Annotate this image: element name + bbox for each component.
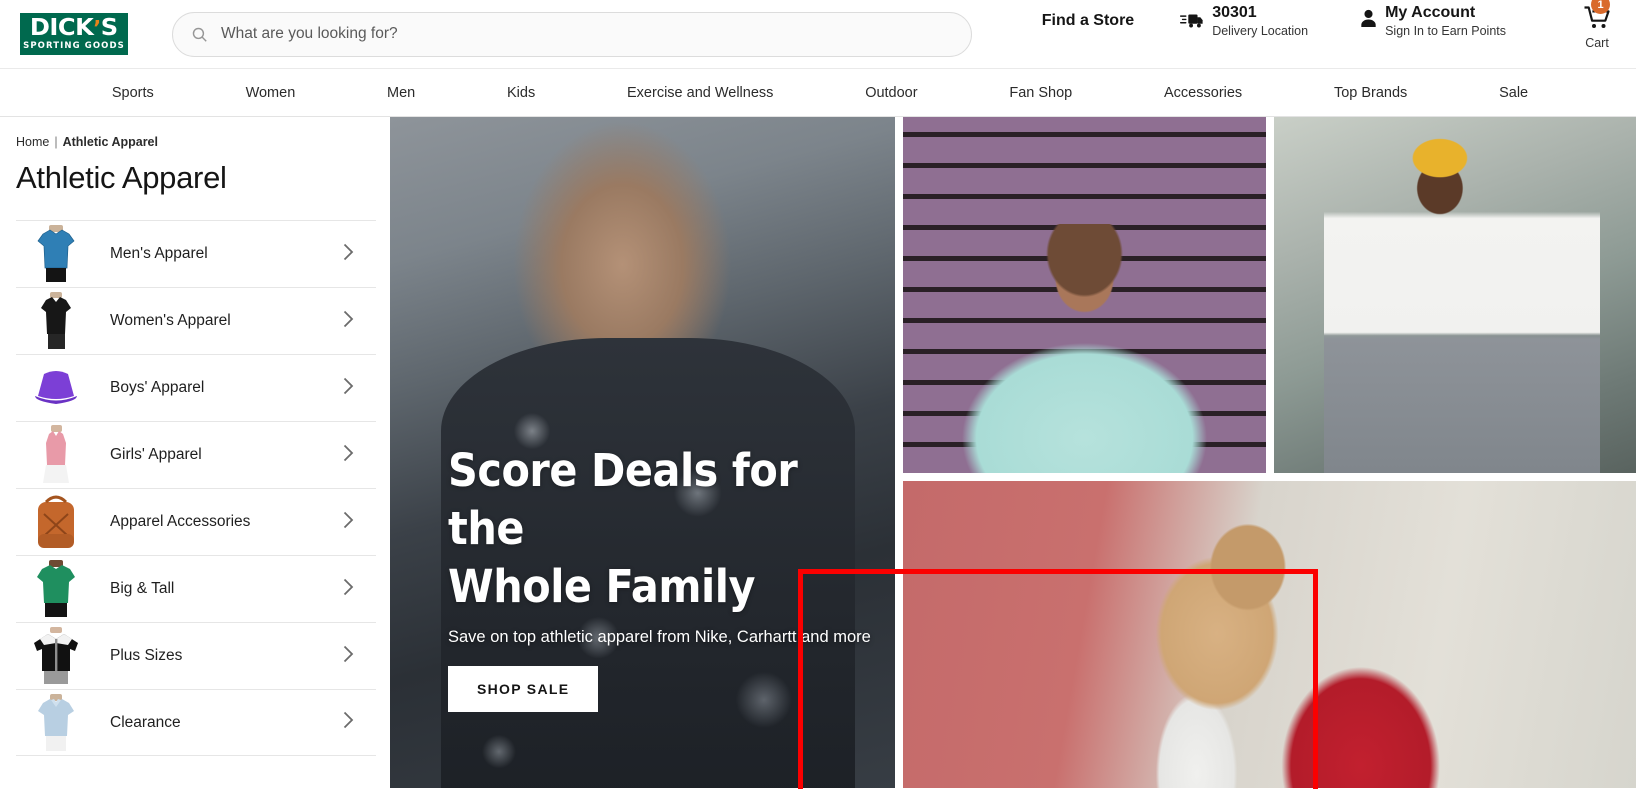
sidebar-item-label: Apparel Accessories <box>110 513 251 530</box>
search-input[interactable] <box>221 25 953 43</box>
chevron-right-icon <box>343 377 354 400</box>
logo-tagline: SPORTING GOODS <box>23 41 125 51</box>
sidebar-item-label: Men's Apparel <box>110 245 208 262</box>
breadcrumb-home-link[interactable]: Home <box>16 135 49 149</box>
delivery-location-button[interactable]: 30301 Delivery Location <box>1180 4 1308 39</box>
my-account-button[interactable]: My Account Sign In to Earn Points <box>1360 4 1506 39</box>
my-account-title: My Account <box>1385 4 1476 21</box>
nav-item-kids[interactable]: Kids <box>461 85 581 101</box>
bucket-hat-purple-thumbnail <box>28 357 84 419</box>
chevron-right-icon <box>343 243 354 266</box>
promo-tile-girl[interactable] <box>903 117 1266 473</box>
breadcrumb-current: Athletic Apparel <box>62 135 158 149</box>
nav-item-fan-shop[interactable]: Fan Shop <box>963 85 1118 101</box>
chevron-right-icon <box>343 511 354 534</box>
chevron-right-icon <box>343 645 354 668</box>
sidebar-item-label: Big & Tall <box>110 580 175 597</box>
site-header: DICK’S SPORTING GOODS Find a Store <box>0 0 1636 68</box>
big-tall-tee-green-thumbnail <box>28 558 84 620</box>
polo-light-blue-thumbnail <box>28 692 84 754</box>
sidebar-item-girls-apparel[interactable]: Girls' Apparel <box>16 421 376 488</box>
hero-banner-main[interactable]: Score Deals for the Whole Family Save on… <box>390 117 895 788</box>
promo-photo-woman <box>903 481 1636 788</box>
nav-item-men[interactable]: Men <box>341 85 461 101</box>
nav-item-outdoor[interactable]: Outdoor <box>819 85 963 101</box>
sidebar-item-big-and-tall[interactable]: Big & Tall <box>16 555 376 622</box>
sidebar-item-label: Girls' Apparel <box>110 446 202 463</box>
promo-top-row <box>903 117 1636 473</box>
sidebar-item-label: Boys' Apparel <box>110 379 205 396</box>
page-body: Home | Athletic Apparel Athletic Apparel… <box>0 117 1636 789</box>
backpack-orange-thumbnail <box>28 491 84 553</box>
jacket-black-white-thumbnail <box>28 625 84 687</box>
sidebar-item-womens-apparel[interactable]: Women's Apparel <box>16 287 376 354</box>
nav-item-accessories[interactable]: Accessories <box>1118 85 1288 101</box>
my-account-subtitle: Sign In to Earn Points <box>1385 24 1506 38</box>
user-icon <box>1360 9 1377 33</box>
breadcrumb-separator: | <box>54 135 58 149</box>
mens-tee-blue-thumbnail <box>28 223 84 285</box>
cart-button[interactable]: 1 Cart <box>1584 0 1610 50</box>
logo-wordmark-text: DICK’S <box>30 15 118 41</box>
search-bar[interactable] <box>172 11 972 57</box>
category-sidebar: Home | Athletic Apparel Athletic Apparel… <box>0 117 390 788</box>
page-title: Athletic Apparel <box>16 160 227 195</box>
chevron-right-icon <box>343 711 354 734</box>
promo-tile-boy[interactable] <box>1273 117 1636 473</box>
nav-item-exercise-wellness[interactable]: Exercise and Wellness <box>581 85 819 101</box>
promo-photo-girl <box>903 117 1266 473</box>
promo-tile-woman[interactable] <box>903 481 1636 788</box>
hero-copy-block: Score Deals for the Whole Family Save on… <box>448 442 895 712</box>
hero-subheadline: Save on top athletic apparel from Nike, … <box>448 628 871 646</box>
hero-headline-line-2: Whole Family <box>448 560 756 613</box>
sidebar-item-mens-apparel[interactable]: Men's Apparel <box>16 220 376 287</box>
promo-photo-boy <box>1273 117 1636 473</box>
delivery-zip: 30301 <box>1212 4 1257 21</box>
find-a-store-link[interactable]: Find a Store <box>1042 12 1134 30</box>
sidebar-item-label: Women's Apparel <box>110 312 231 329</box>
category-list: Men's Apparel Women's Apparel Boys' Appa… <box>16 220 376 756</box>
womens-tee-black-thumbnail <box>28 290 84 352</box>
chevron-right-icon <box>343 310 354 333</box>
sidebar-item-label: Clearance <box>110 713 181 731</box>
header-utility-nav: Find a Store 30301 Delivery Location My … <box>998 0 1618 68</box>
cart-label: Cart <box>1585 36 1609 50</box>
nav-item-top-brands[interactable]: Top Brands <box>1288 85 1453 101</box>
girls-tank-pink-thumbnail <box>28 424 84 486</box>
chevron-right-icon <box>343 444 354 467</box>
sidebar-item-clearance[interactable]: Clearance <box>16 689 376 756</box>
dicks-sporting-goods-logo[interactable]: DICK’S SPORTING GOODS <box>20 13 128 55</box>
promo-grid: Score Deals for the Whole Family Save on… <box>390 117 1636 789</box>
shop-sale-button[interactable]: SHOP SALE <box>448 666 599 712</box>
nav-item-sale[interactable]: Sale <box>1453 85 1574 101</box>
chevron-right-icon <box>343 578 354 601</box>
logo-wordmark: DICK’S <box>30 17 118 40</box>
breadcrumb: Home | Athletic Apparel <box>16 135 376 149</box>
promo-right-column <box>903 117 1636 788</box>
sidebar-item-boys-apparel[interactable]: Boys' Apparel <box>16 354 376 421</box>
nav-item-women[interactable]: Women <box>200 85 341 101</box>
search-icon <box>192 27 207 42</box>
sidebar-item-apparel-accessories[interactable]: Apparel Accessories <box>16 488 376 555</box>
primary-navigation: Sports Women Men Kids Exercise and Welln… <box>0 68 1636 117</box>
sidebar-item-label: Plus Sizes <box>110 647 183 664</box>
delivery-label: Delivery Location <box>1212 24 1309 38</box>
sidebar-item-plus-sizes[interactable]: Plus Sizes <box>16 622 376 689</box>
nav-item-sports[interactable]: Sports <box>66 85 200 101</box>
delivery-truck-icon <box>1180 11 1204 34</box>
hero-headline-line-1: Score Deals for the <box>448 444 798 555</box>
